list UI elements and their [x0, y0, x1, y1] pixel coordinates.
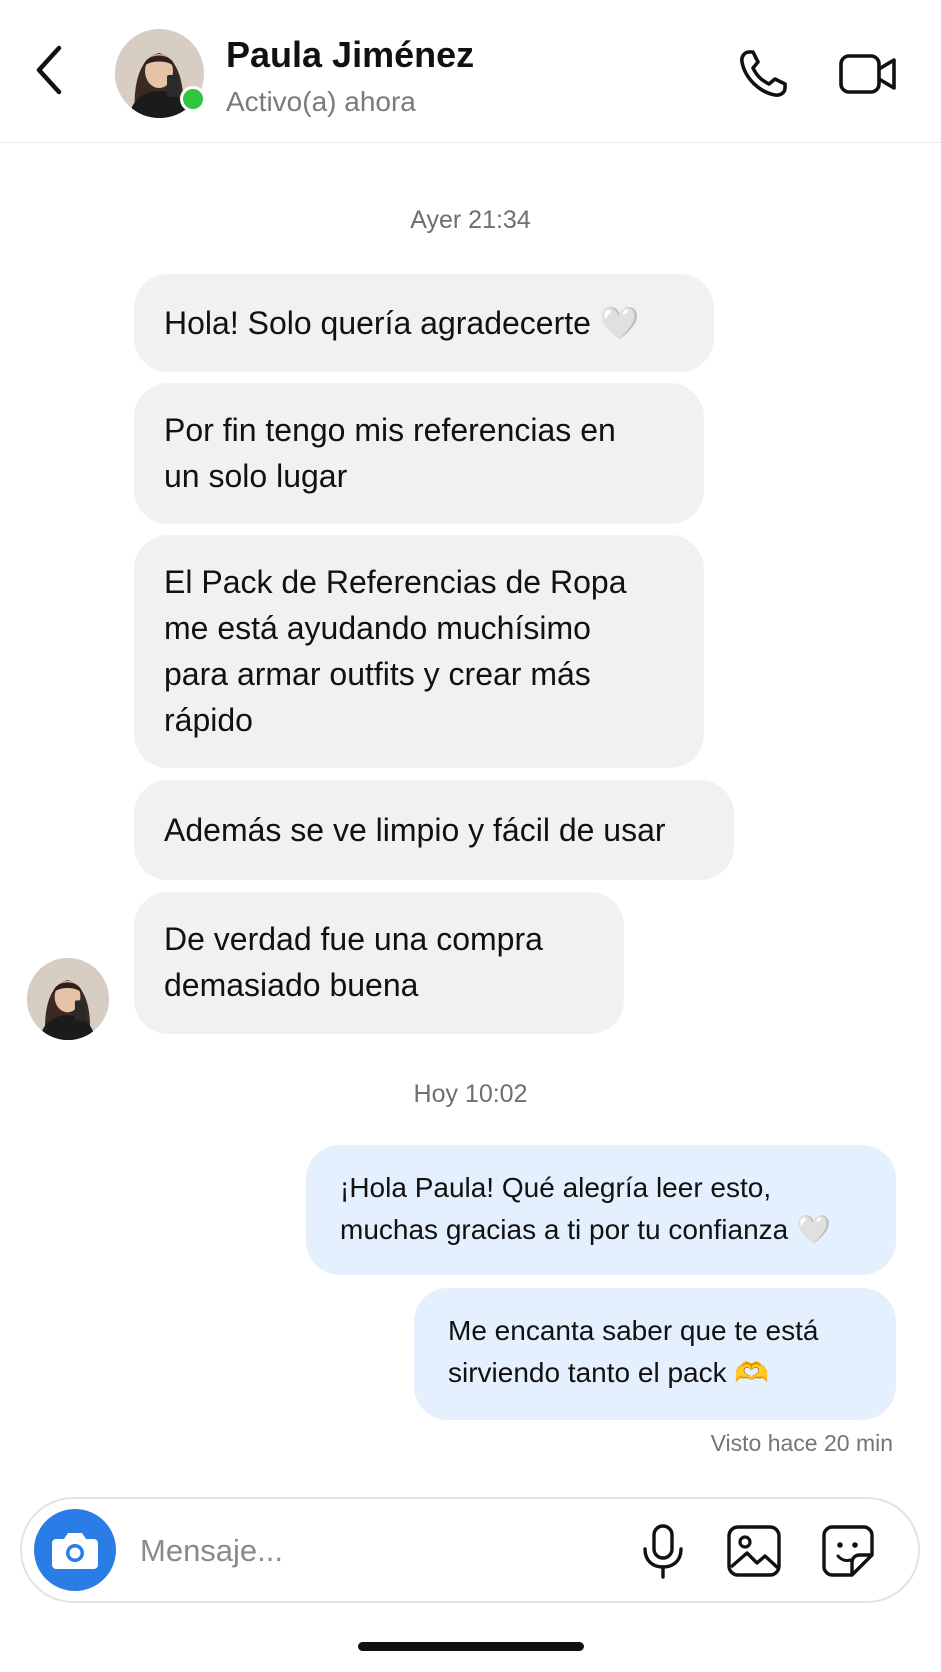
camera-button[interactable]	[34, 1509, 116, 1591]
timestamp-today: Hoy 10:02	[413, 1080, 528, 1108]
incoming-message[interactable]: De verdad fue una compra demasiado buena	[134, 892, 624, 1034]
contact-avatar-small	[27, 958, 109, 1040]
gallery-button[interactable]	[725, 1523, 783, 1579]
outgoing-message[interactable]: ¡Hola Paula! Qué alegría leer esto, much…	[306, 1145, 896, 1275]
video-call-button[interactable]	[838, 46, 898, 102]
home-indicator	[358, 1642, 584, 1651]
message-input[interactable]	[138, 1519, 622, 1583]
sticker-button[interactable]	[820, 1523, 876, 1579]
timestamp-yesterday: Ayer 21:34	[410, 206, 531, 234]
camera-icon	[52, 1533, 98, 1569]
phone-icon	[740, 50, 787, 97]
contact-name[interactable]: Paula Jiménez	[226, 34, 474, 76]
voice-call-button[interactable]	[735, 46, 791, 102]
chat-header: Paula Jiménez Activo(a) ahora	[0, 0, 941, 143]
contact-avatar[interactable]	[115, 29, 206, 118]
video-camera-icon	[839, 54, 896, 94]
online-status-dot	[180, 86, 206, 112]
incoming-message[interactable]: El Pack de Referencias de Ropa me está a…	[134, 535, 704, 768]
sticker-icon	[822, 1525, 874, 1577]
incoming-message[interactable]: Por fin tengo mis referencias en un solo…	[134, 383, 704, 524]
incoming-message[interactable]: Hola! Solo quería agradecerte 🤍	[134, 274, 714, 372]
microphone-icon	[643, 1524, 683, 1579]
outgoing-message[interactable]: Me encanta saber que te está sirviendo t…	[414, 1288, 896, 1420]
chevron-left-icon	[36, 45, 62, 95]
seen-receipt: Visto hace 20 min	[710, 1430, 893, 1456]
incoming-message[interactable]: Además se ve limpio y fácil de usar	[134, 780, 734, 880]
message-composer	[20, 1497, 920, 1603]
contact-status: Activo(a) ahora	[226, 86, 416, 117]
back-button[interactable]	[28, 42, 72, 98]
microphone-button[interactable]	[637, 1523, 689, 1579]
image-icon	[727, 1525, 781, 1577]
